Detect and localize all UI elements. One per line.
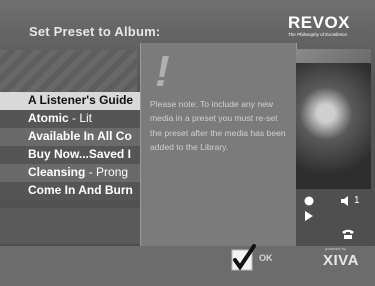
album-list[interactable]: A Listener's Guide Atomic - Lit Available … xyxy=(0,92,140,200)
xiva-powered-by: powered by xyxy=(325,246,346,251)
album-title: Available In All Co xyxy=(28,129,132,143)
ok-label[interactable]: OK xyxy=(259,253,273,263)
album-title: Come In And Burn xyxy=(28,183,133,197)
preset-screen: Set Preset to Album: REVOX The Philosoph… xyxy=(0,0,375,286)
note-text: Please note: To include any new media in… xyxy=(150,99,286,152)
album-list-item[interactable]: Cleansing - Prong xyxy=(0,164,140,182)
album-list-item[interactable]: Buy Now...Saved I xyxy=(0,146,140,164)
album-art-strip xyxy=(0,50,137,92)
page-title: Set Preset to Album: xyxy=(29,24,161,39)
xiva-logo: XIVA xyxy=(323,252,359,269)
album-list-item[interactable]: Come In And Burn xyxy=(0,182,140,200)
play-icon[interactable] xyxy=(304,211,314,224)
album-cover-image xyxy=(296,63,371,189)
bottom-bar xyxy=(0,246,375,286)
ok-button[interactable] xyxy=(228,242,258,272)
list-footer xyxy=(0,208,140,244)
album-artist: - Lit xyxy=(68,111,93,125)
album-title: A Listener's Guide xyxy=(28,93,134,107)
phone-icon[interactable] xyxy=(341,229,355,242)
record-icon[interactable] xyxy=(304,196,314,209)
player-controls: 1 xyxy=(296,189,371,246)
warning-icon: ! xyxy=(155,47,170,96)
album-title: Buy Now...Saved I xyxy=(28,147,131,161)
album-list-item[interactable]: Atomic - Lit xyxy=(0,110,140,128)
now-playing-art xyxy=(296,49,371,189)
logo-tagline: The Philosophy of Excellence xyxy=(288,32,348,37)
checkmark-icon xyxy=(231,244,256,271)
speaker-icon[interactable] xyxy=(340,195,352,210)
album-title: Atomic xyxy=(28,111,69,125)
volume-level: 1 xyxy=(354,195,360,206)
note-dialog: ! Please note: To include any new media … xyxy=(140,43,297,246)
logo-brand: REVOX xyxy=(288,13,351,32)
album-artist: - Prong xyxy=(85,165,129,179)
revox-logo: REVOX The Philosophy of Excellence xyxy=(288,14,366,42)
album-title: Cleansing xyxy=(28,165,86,179)
album-list-item[interactable]: Available In All Co xyxy=(0,128,140,146)
album-list-item[interactable]: A Listener's Guide xyxy=(0,92,140,110)
